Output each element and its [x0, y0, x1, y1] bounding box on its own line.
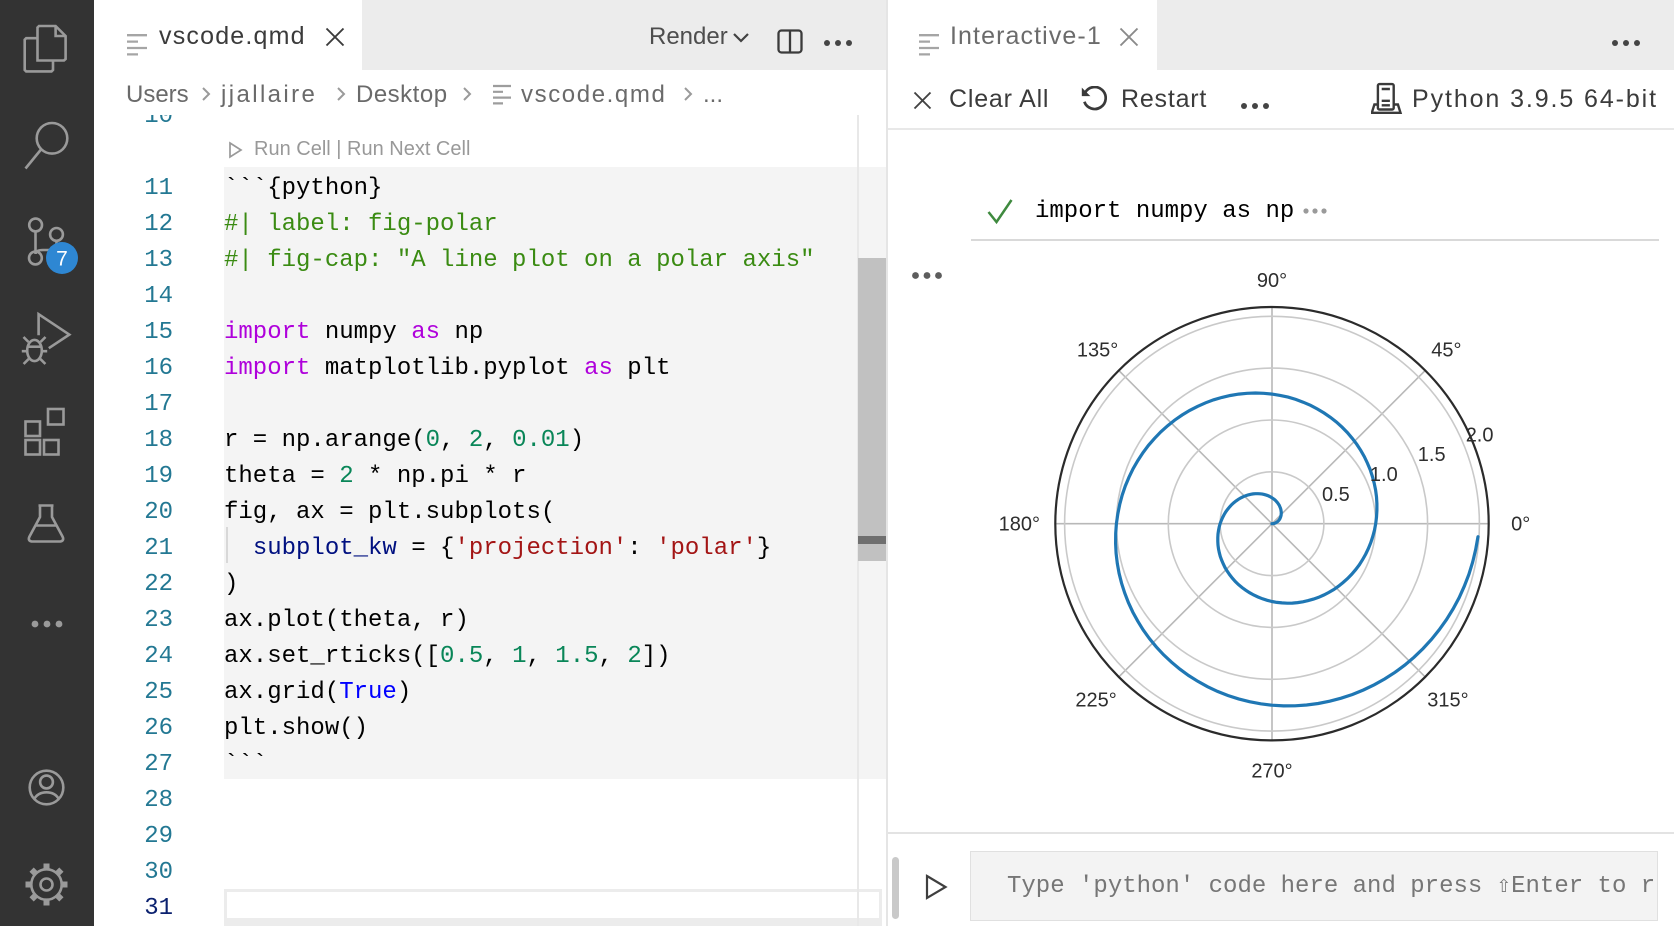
svg-text:2.0: 2.0 [1466, 424, 1494, 446]
svg-text:0°: 0° [1511, 514, 1530, 536]
svg-text:135°: 135° [1077, 339, 1118, 361]
svg-text:90°: 90° [1257, 270, 1287, 292]
svg-text:270°: 270° [1251, 760, 1292, 782]
svg-text:1.5: 1.5 [1418, 444, 1446, 466]
svg-text:315°: 315° [1427, 690, 1468, 712]
svg-text:180°: 180° [999, 514, 1040, 536]
svg-text:7: 7 [56, 248, 68, 271]
svg-text:45°: 45° [1431, 339, 1461, 361]
svg-text:225°: 225° [1075, 690, 1116, 712]
svg-text:0.5: 0.5 [1322, 484, 1350, 506]
svg-text:1.0: 1.0 [1370, 464, 1398, 486]
